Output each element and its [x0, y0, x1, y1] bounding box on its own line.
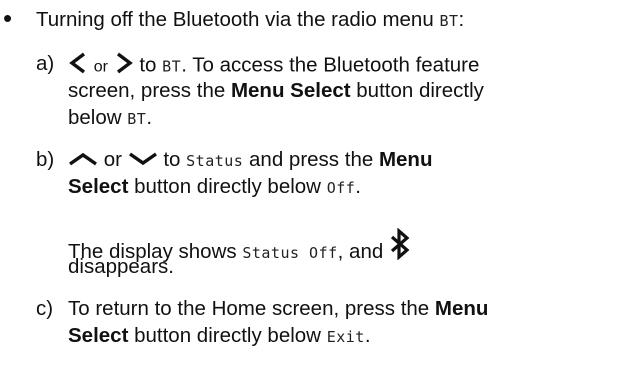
- step-a-text-1: . To access the Bluetooth feature: [181, 53, 480, 77]
- bullet-marker: •: [3, 3, 13, 33]
- step-b-line-2: Select button directly below Off.: [68, 175, 361, 200]
- step-a-text-3: .: [146, 106, 153, 129]
- chevron-right-icon: [114, 52, 134, 80]
- intro-line: Turning off the Bluetooth via the radio …: [36, 8, 464, 33]
- step-c-label: c): [36, 297, 54, 320]
- step-c-text-1: To return to the Home screen, press the: [68, 297, 435, 320]
- step-a-code-2: BT: [127, 110, 147, 128]
- step-c-text-3: .: [364, 324, 371, 347]
- step-b-text-1: and press the: [243, 148, 379, 171]
- chevron-left-icon: [68, 52, 88, 80]
- note-line-2: disappears.: [68, 255, 174, 278]
- step-b-bold-2: Select: [68, 175, 129, 198]
- bluetooth-icon: [389, 227, 411, 266]
- step-b-code-2: Off: [326, 179, 356, 197]
- intro-tail: :: [458, 8, 465, 31]
- chevron-up-icon: [68, 149, 98, 173]
- step-c-bold-2: Select: [68, 324, 129, 347]
- step-a-or: or: [93, 58, 108, 76]
- step-a-line-1: or to BT. To access the Bluetooth featur…: [68, 52, 479, 80]
- step-a-code-1: BT: [162, 57, 182, 76]
- step-b-line-1: or to Status and press the Menu: [68, 148, 432, 173]
- step-b-text-2: button directly below: [128, 175, 327, 198]
- step-c-line-1: To return to the Home screen, press the …: [68, 297, 488, 321]
- step-b-bold-1: Menu: [378, 148, 433, 171]
- step-b-to: to: [157, 148, 187, 171]
- step-b-label: b): [36, 148, 55, 171]
- step-a-text-2: button directly: [350, 79, 484, 102]
- step-a-to: to: [133, 53, 163, 77]
- step-c-text-2: button directly below: [128, 324, 327, 347]
- chevron-down-icon: [128, 149, 158, 173]
- step-c-code: Exit: [326, 328, 365, 346]
- step-c-bold-1: Menu: [434, 297, 489, 320]
- intro-text: Turning off the Bluetooth via the radio …: [36, 8, 440, 31]
- step-a-bold: Menu Select: [230, 79, 351, 102]
- step-a-line-3-text: below: [68, 106, 128, 129]
- note-text-2: , and: [337, 240, 389, 263]
- step-a-line-2-text: screen, press the: [68, 79, 231, 102]
- step-a-label: a): [36, 52, 55, 75]
- step-b-text-3: .: [355, 175, 361, 198]
- note-code: Status Off: [242, 244, 338, 262]
- step-b-or: or: [103, 148, 122, 171]
- step-a-line-2: screen, press the Menu Select button dir…: [68, 79, 484, 103]
- step-b-code-1: Status: [186, 152, 244, 170]
- step-c-line-2: Select button directly below Exit.: [68, 324, 371, 349]
- intro-code: BT: [439, 12, 459, 30]
- step-a-line-3: below BT.: [68, 106, 152, 131]
